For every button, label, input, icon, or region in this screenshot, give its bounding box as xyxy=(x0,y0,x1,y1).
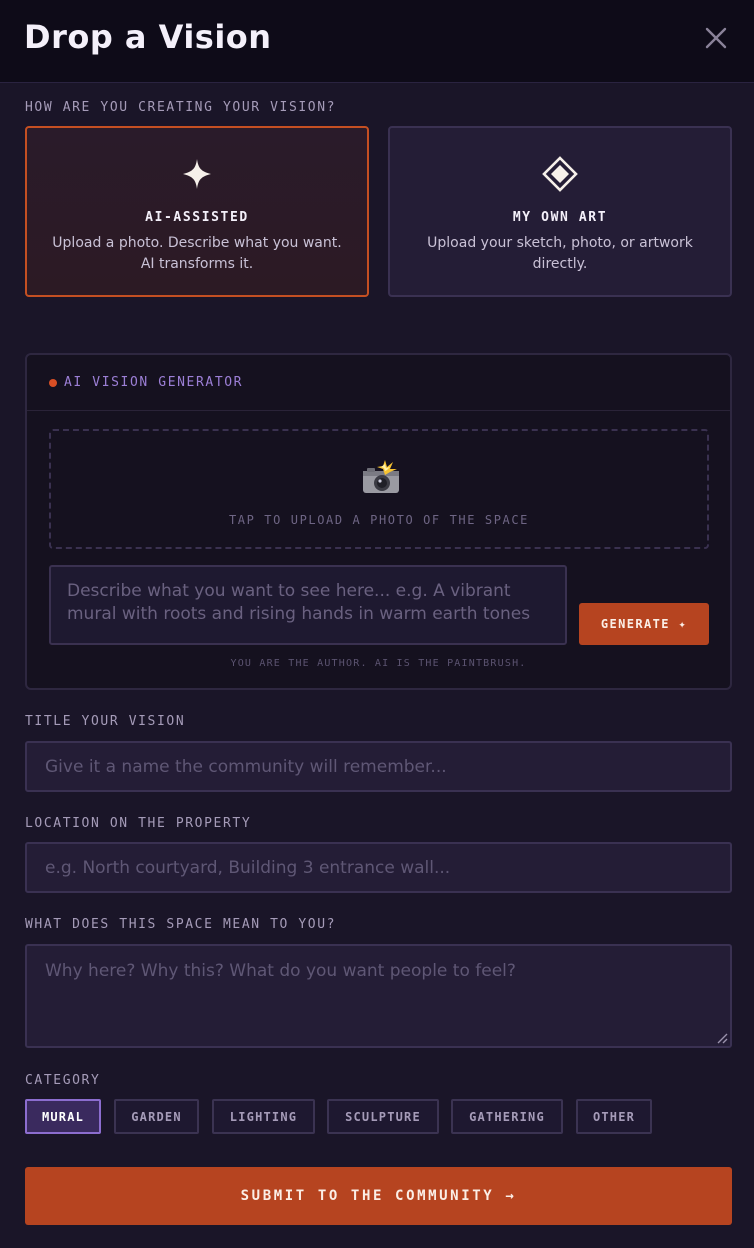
category-label: CATEGORY xyxy=(25,1073,101,1088)
category-chip-garden[interactable]: GARDEN xyxy=(114,1099,199,1134)
category-chip-mural[interactable]: MURAL xyxy=(25,1099,101,1134)
upload-text: TAP TO UPLOAD A PHOTO OF THE SPACE xyxy=(228,513,530,527)
diamond-icon xyxy=(390,156,730,192)
modal-title: Drop a Vision xyxy=(24,18,272,56)
location-label: LOCATION ON THE PROPERTY xyxy=(25,816,252,831)
meaning-textarea[interactable] xyxy=(25,944,732,1048)
mode-ai-description: Upload a photo. Describe what you want. … xyxy=(52,235,342,272)
location-input[interactable] xyxy=(25,842,732,893)
close-button[interactable] xyxy=(700,22,732,54)
generator-label: AI VISION GENERATOR xyxy=(64,375,244,390)
generate-button[interactable]: GENERATE ✦ xyxy=(579,603,709,645)
mode-own-art-card[interactable]: MY OWN ART Upload your sketch, photo, or… xyxy=(388,126,732,297)
vision-prompt-input[interactable] xyxy=(49,565,567,645)
mode-ai-title: AI-ASSISTED xyxy=(145,210,249,225)
category-chip-other[interactable]: OTHER xyxy=(576,1099,652,1134)
category-chip-sculpture[interactable]: SCULPTURE xyxy=(327,1099,439,1134)
title-input[interactable] xyxy=(25,741,732,792)
mode-own-title: MY OWN ART xyxy=(512,210,608,225)
close-icon xyxy=(705,27,727,49)
ai-generator-panel: AI VISION GENERATOR TAP TO UPLOAD A PHOT… xyxy=(25,353,732,690)
sparkle-icon xyxy=(27,156,367,192)
modal-header: Drop a Vision xyxy=(0,0,754,83)
submit-button[interactable]: SUBMIT TO THE COMMUNITY → xyxy=(25,1167,732,1225)
creation-mode-label: HOW ARE YOU CREATING YOUR VISION? xyxy=(25,100,337,115)
photo-upload-zone[interactable]: TAP TO UPLOAD A PHOTO OF THE SPACE xyxy=(49,429,709,549)
status-dot xyxy=(49,379,57,387)
author-note: YOU ARE THE AUTHOR. AI IS THE PAINTBRUSH… xyxy=(230,658,527,669)
mode-own-description: Upload your sketch, photo, or artwork di… xyxy=(427,235,693,272)
generator-header: AI VISION GENERATOR xyxy=(27,355,730,411)
title-label: TITLE YOUR VISION xyxy=(25,714,186,729)
camera-flash-icon xyxy=(361,459,401,495)
category-chip-lighting[interactable]: LIGHTING xyxy=(212,1099,315,1134)
resize-handle-icon[interactable] xyxy=(716,1032,728,1044)
meaning-label: WHAT DOES THIS SPACE MEAN TO YOU? xyxy=(25,917,337,932)
category-chip-gathering[interactable]: GATHERING xyxy=(451,1099,563,1134)
mode-ai-assisted-card[interactable]: AI-ASSISTED Upload a photo. Describe wha… xyxy=(25,126,369,297)
